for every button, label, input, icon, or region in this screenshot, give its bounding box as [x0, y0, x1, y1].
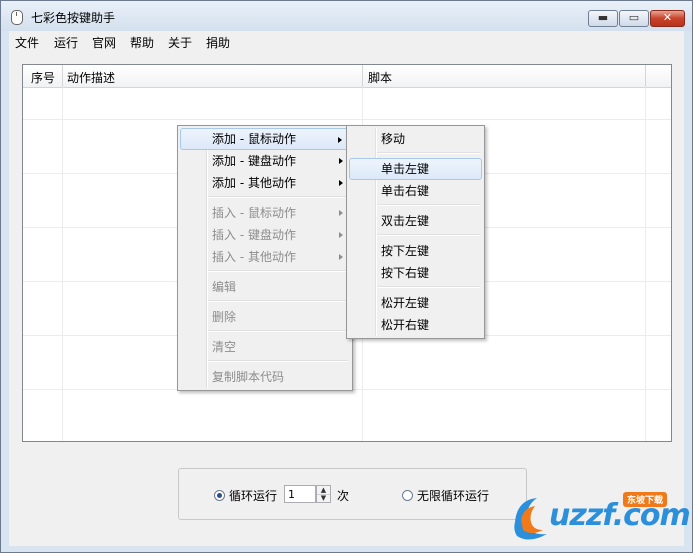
list-header: 序号 动作描述 脚本	[23, 65, 671, 88]
grid-line	[645, 87, 646, 441]
grid-line	[62, 87, 63, 441]
submenu-item[interactable]: 按下左键	[349, 240, 482, 262]
loop-options: 循环运行 ▲ ▼ 次 无限循环运行	[178, 468, 527, 520]
context-menu-item[interactable]: 添加 - 键盘动作	[180, 150, 350, 172]
column-script[interactable]: 脚本	[368, 69, 392, 86]
menu-separator	[377, 286, 480, 288]
menu-file[interactable]: 文件	[15, 34, 39, 51]
mouse-action-submenu: 移动单击左键单击右键双击左键按下左键按下右键松开左键松开右键	[346, 125, 485, 339]
column-description[interactable]: 动作描述	[67, 69, 115, 86]
submenu-item[interactable]: 单击右键	[349, 180, 482, 202]
context-menu-item[interactable]: 删除	[180, 306, 350, 328]
menu-separator	[208, 330, 348, 332]
context-menu-item[interactable]: 复制脚本代码	[180, 366, 350, 388]
context-menu-item[interactable]: 插入 - 鼠标动作	[180, 202, 350, 224]
close-button[interactable]: ✕	[650, 10, 685, 27]
context-menu-item[interactable]: 清空	[180, 336, 350, 358]
context-menu-item[interactable]: 插入 - 键盘动作	[180, 224, 350, 246]
submenu-item[interactable]: 双击左键	[349, 210, 482, 232]
submenu-arrow-icon	[339, 254, 343, 260]
submenu-item-label: 移动	[381, 132, 406, 146]
loop-count-input[interactable]	[284, 485, 316, 503]
menu-separator	[208, 360, 348, 362]
context-menu-item[interactable]: 插入 - 其他动作	[180, 246, 350, 268]
context-menu-item[interactable]: 添加 - 其他动作	[180, 172, 350, 194]
submenu-item-label: 按下左键	[381, 244, 430, 258]
watermark: uzzf.com 东坡下载	[505, 488, 691, 546]
context-menu-item-label: 编辑	[212, 280, 237, 294]
context-menu-item[interactable]: 编辑	[180, 276, 350, 298]
context-menu-item-label: 复制脚本代码	[212, 370, 285, 384]
context-menu-item-label: 添加 - 鼠标动作	[212, 132, 296, 146]
column-divider[interactable]	[62, 65, 63, 87]
watermark-text: uzzf.com	[549, 498, 691, 533]
loop-count-unit: 次	[337, 489, 350, 503]
menu-separator	[208, 270, 348, 272]
menu-separator	[377, 234, 480, 236]
menu-separator	[208, 300, 348, 302]
maximize-button[interactable]: ▭	[619, 10, 649, 27]
menu-help[interactable]: 帮助	[130, 34, 154, 51]
context-menu-item-label: 插入 - 其他动作	[212, 250, 296, 264]
menu-bar: 文件 运行 官网 帮助 关于 捐助	[9, 31, 684, 51]
minimize-button[interactable]: ▬	[588, 10, 618, 27]
loop-radio[interactable]	[214, 490, 225, 501]
mouse-icon	[11, 10, 23, 25]
menu-separator	[377, 152, 480, 154]
infinite-loop-label[interactable]: 无限循环运行	[417, 487, 489, 504]
window-title: 七彩色按键助手	[31, 11, 116, 25]
context-menu-item-label: 清空	[212, 340, 237, 354]
context-menu-item-label: 插入 - 键盘动作	[212, 228, 296, 242]
submenu-item[interactable]: 松开左键	[349, 292, 482, 314]
menu-separator	[377, 204, 480, 206]
loop-count-stepper[interactable]: ▲ ▼	[316, 485, 331, 503]
column-divider[interactable]	[645, 65, 646, 87]
menu-separator	[208, 196, 348, 198]
submenu-item-label: 按下右键	[381, 266, 430, 280]
context-menu-item[interactable]: 添加 - 鼠标动作	[180, 128, 350, 150]
title-bar[interactable]: 七彩色按键助手 ▬ ▭ ✕	[1, 1, 692, 31]
submenu-arrow-icon	[338, 137, 342, 143]
context-menu-item-label: 添加 - 键盘动作	[212, 154, 296, 168]
context-menu-item-label: 添加 - 其他动作	[212, 176, 296, 190]
uzzf-logo-icon	[514, 498, 547, 540]
menu-website[interactable]: 官网	[92, 34, 116, 51]
submenu-arrow-icon	[339, 180, 343, 186]
submenu-arrow-icon	[339, 232, 343, 238]
context-menu: 添加 - 鼠标动作 添加 - 键盘动作 添加 - 其他动作 插入 - 鼠标动作 插入 -…	[177, 125, 353, 391]
column-index[interactable]: 序号	[31, 69, 55, 86]
context-menu-item-label: 插入 - 鼠标动作	[212, 206, 296, 220]
submenu-arrow-icon	[339, 158, 343, 164]
submenu-item-label: 松开右键	[381, 318, 430, 332]
stepper-down-icon[interactable]: ▼	[317, 494, 330, 502]
grid-line	[23, 119, 671, 120]
submenu-item[interactable]: 松开右键	[349, 314, 482, 336]
submenu-arrow-icon	[339, 210, 343, 216]
submenu-item[interactable]: 按下右键	[349, 262, 482, 284]
menu-donate[interactable]: 捐助	[206, 34, 230, 51]
loop-label[interactable]: 循环运行	[229, 487, 277, 504]
submenu-item[interactable]: 单击左键	[349, 158, 482, 180]
submenu-item-label: 松开左键	[381, 296, 430, 310]
submenu-item-label: 单击右键	[381, 184, 430, 198]
menu-about[interactable]: 关于	[168, 34, 192, 51]
column-divider[interactable]	[362, 65, 363, 87]
submenu-item-label: 双击左键	[381, 214, 430, 228]
submenu-item[interactable]: 移动	[349, 128, 482, 150]
menu-run[interactable]: 运行	[54, 34, 78, 51]
submenu-item-label: 单击左键	[381, 162, 430, 176]
watermark-badge: 东坡下载	[623, 492, 668, 507]
infinite-loop-radio[interactable]	[402, 490, 413, 501]
context-menu-item-label: 删除	[212, 310, 237, 324]
